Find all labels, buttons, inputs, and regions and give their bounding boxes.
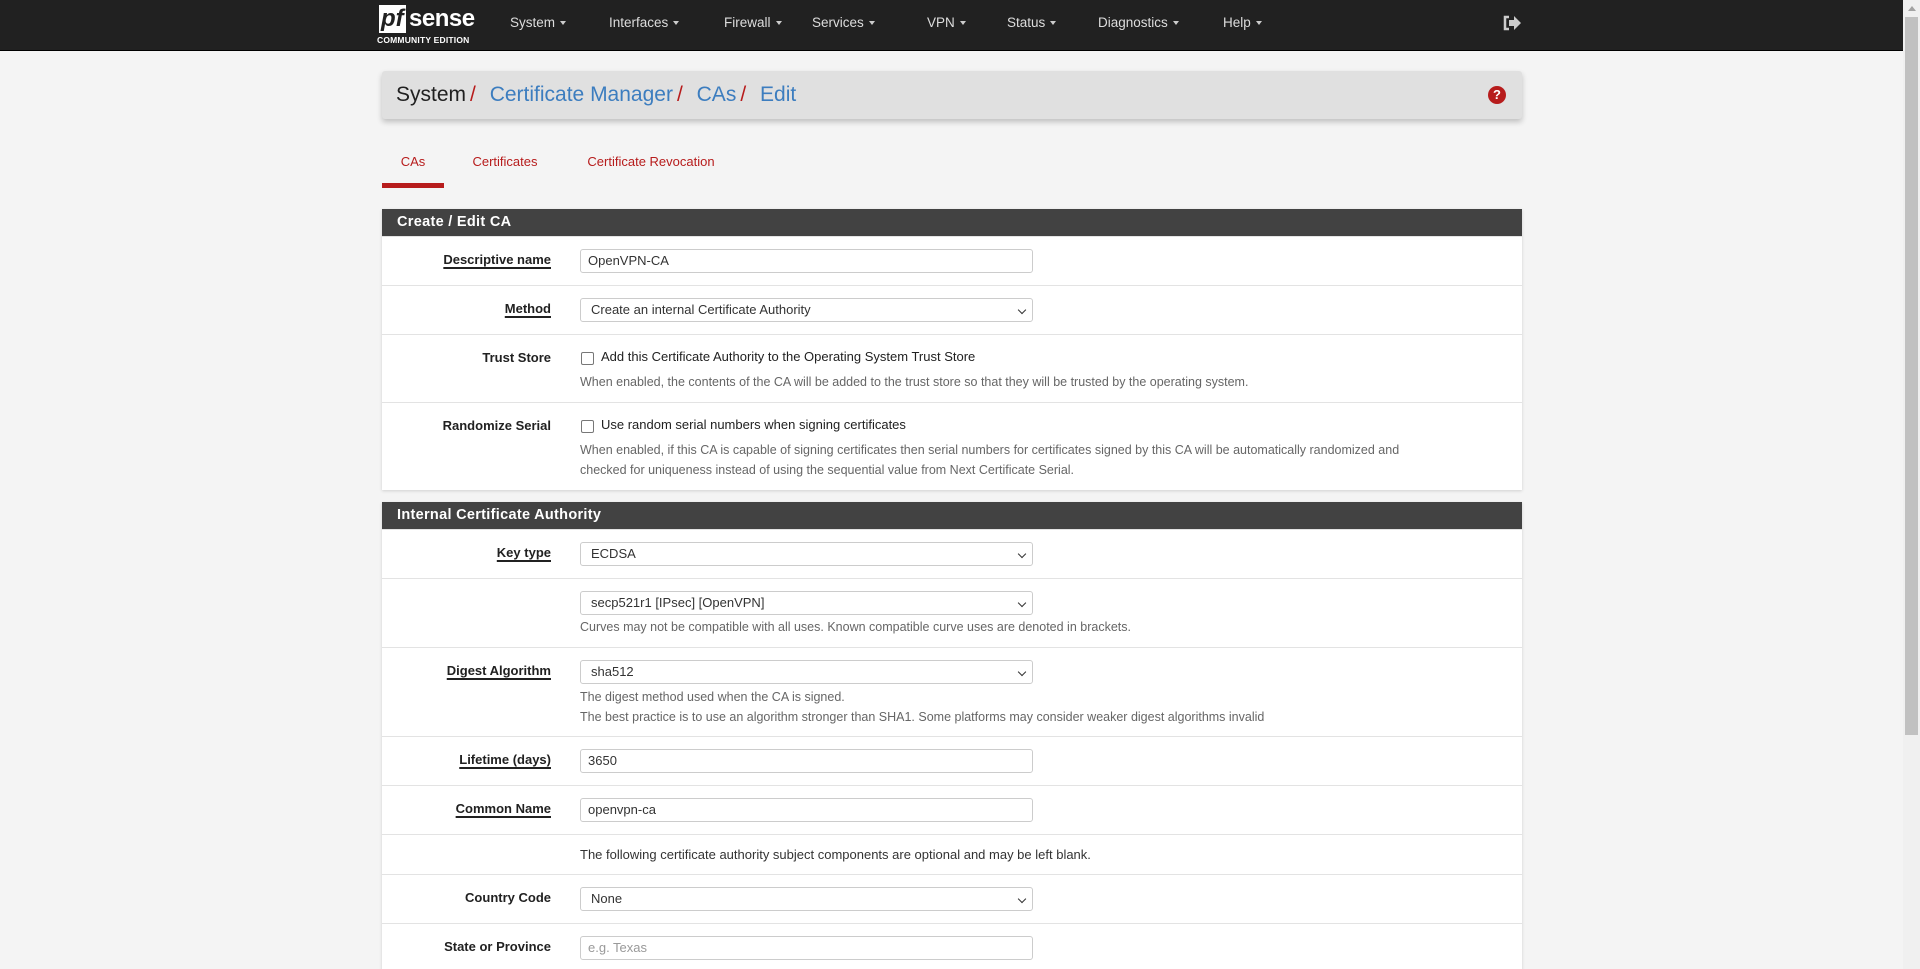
breadcrumb-root: System	[396, 83, 467, 106]
method-select[interactable]: Create an internal Certificate Authority	[580, 298, 1033, 322]
nav-status[interactable]: Status	[1007, 0, 1057, 51]
checkbox-label[interactable]: Add this Certificate Authority to the Op…	[601, 349, 975, 364]
key-type-select[interactable]: ECDSA	[580, 542, 1033, 566]
tab-certificates[interactable]: Certificates	[465, 148, 545, 188]
checkbox-label[interactable]: Use random serial numbers when signing c…	[601, 417, 906, 432]
help-text: The digest method used when the CA is si…	[580, 690, 845, 704]
field-label: Country Code	[465, 890, 551, 905]
internal-ca-panel: Internal Certificate Authority Key type …	[382, 502, 1522, 969]
key-type-row: Key type ECDSA	[382, 529, 1522, 578]
country-row: Country Code None	[382, 874, 1522, 923]
field-label: Method	[504, 301, 551, 316]
help-text: The best practice is to use an algorithm…	[580, 710, 1265, 724]
field-label: State or Province	[444, 939, 551, 954]
state-input[interactable]: e.g. Texas	[580, 936, 1033, 960]
trust-store-row: Trust Store Add this Certificate Authori…	[382, 334, 1522, 402]
top-navbar: pf sense COMMUNITY EDITION System Interfa…	[0, 0, 1903, 51]
caret-down-icon	[673, 21, 680, 26]
panel-title: Internal Certificate Authority	[382, 502, 1522, 529]
caret-down-icon	[1050, 21, 1057, 26]
randomize-serial-row: Randomize Serial Use random serial numbe…	[382, 402, 1522, 490]
randomize-serial-checkbox[interactable]	[581, 420, 594, 433]
nav-diagnostics[interactable]: Diagnostics	[1098, 0, 1179, 51]
nav-help[interactable]: Help	[1223, 0, 1262, 51]
edition-label: COMMUNITY EDITION	[377, 35, 470, 45]
logout-icon[interactable]	[1502, 14, 1522, 32]
nav-vpn[interactable]: VPN	[927, 0, 966, 51]
help-text: checked for uniqueness instead of using …	[580, 463, 1075, 477]
breadcrumb-edit[interactable]: Edit	[760, 83, 796, 106]
method-row: Method Create an internal Certificate Au…	[382, 285, 1522, 334]
lifetime-row: Lifetime (days) 3650	[382, 736, 1522, 785]
nav-services[interactable]: Services	[812, 0, 875, 51]
create-edit-ca-panel: Create / Edit CA Descriptive name OpenVP…	[382, 209, 1522, 490]
breadcrumb-cas[interactable]: CAs	[697, 83, 737, 106]
lifetime-input[interactable]: 3650	[580, 749, 1033, 773]
common-name-input[interactable]: openvpn-ca	[580, 798, 1033, 822]
caret-down-icon	[1172, 21, 1179, 26]
field-label: Randomize Serial	[442, 418, 551, 433]
optional-info-row: The following certificate authority subj…	[382, 834, 1522, 874]
nav-interfaces[interactable]: Interfaces	[609, 0, 680, 51]
curve-row: secp521r1 [IPsec] [OpenVPN] Curves may n…	[382, 578, 1522, 647]
help-text: When enabled, if this CA is capable of s…	[580, 443, 1400, 457]
nav-firewall[interactable]: Firewall	[724, 0, 782, 51]
optional-info-text: The following certificate authority subj…	[580, 847, 1091, 862]
scroll-up-arrow-icon[interactable]	[1908, 6, 1916, 11]
descriptive-name-input[interactable]: OpenVPN-CA	[580, 249, 1033, 273]
breadcrumb: System / Certificate Manager / CAs / Edit ?	[382, 71, 1522, 119]
breadcrumb-certificate-manager[interactable]: Certificate Manager	[490, 83, 673, 106]
trust-store-checkbox[interactable]	[581, 352, 594, 365]
help-icon[interactable]: ?	[1488, 86, 1506, 104]
field-label: Digest Algorithm	[446, 663, 551, 678]
caret-down-icon	[868, 21, 875, 26]
help-text: When enabled, the contents of the CA wil…	[580, 375, 1249, 389]
digest-row: Digest Algorithm sha512 The digest metho…	[382, 647, 1522, 736]
country-code-select[interactable]: None	[580, 887, 1033, 911]
digest-select[interactable]: sha512	[580, 660, 1033, 684]
tab-certificate-revocation[interactable]: Certificate Revocation	[576, 148, 726, 188]
curve-select[interactable]: secp521r1 [IPsec] [OpenVPN]	[580, 591, 1033, 615]
common-name-row: Common Name openvpn-ca	[382, 785, 1522, 834]
nav-system[interactable]: System	[510, 0, 567, 51]
field-label: Trust Store	[482, 350, 551, 365]
caret-down-icon	[959, 21, 966, 26]
state-row: State or Province e.g. Texas	[382, 923, 1522, 969]
state-placeholder: e.g. Texas	[588, 940, 648, 955]
field-label: Key type	[496, 545, 551, 560]
panel-title: Create / Edit CA	[382, 209, 1522, 236]
field-label: Common Name	[455, 801, 551, 816]
page-scrollbar[interactable]	[1903, 0, 1920, 969]
caret-down-icon	[775, 21, 782, 26]
help-text: Curves may not be compatible with all us…	[580, 620, 1131, 634]
caret-down-icon	[1255, 21, 1262, 26]
pfsense-logo[interactable]: pf sense COMMUNITY EDITION	[377, 5, 483, 47]
field-label: Lifetime (days)	[459, 752, 551, 767]
descriptive-name-row: Descriptive name OpenVPN-CA	[382, 236, 1522, 285]
tab-cas[interactable]: CAs	[382, 148, 444, 188]
field-label: Descriptive name	[443, 252, 551, 267]
scrollbar-thumb[interactable]	[1905, 17, 1918, 735]
caret-down-icon	[560, 21, 567, 26]
